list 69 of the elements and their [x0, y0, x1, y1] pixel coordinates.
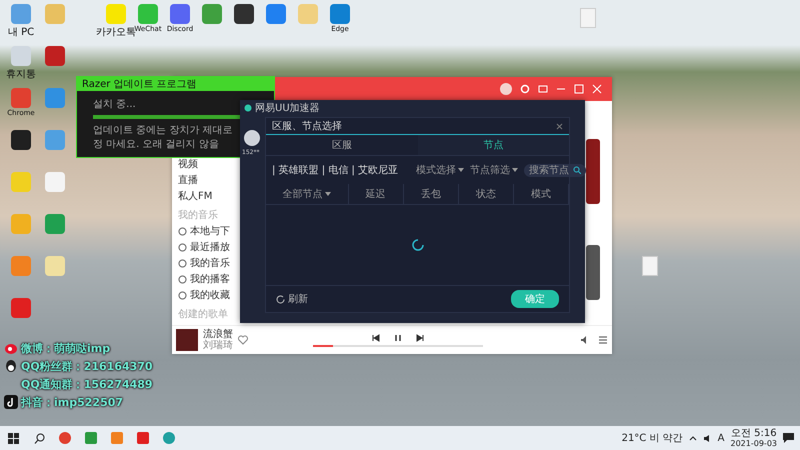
- icon-label: 내 PC: [8, 26, 34, 39]
- music-note-icon: [4, 395, 18, 409]
- sidebar-item[interactable]: 直播: [178, 173, 230, 187]
- message-text: 업데이트 중에는 장치가 제대로: [93, 124, 233, 137]
- overlay-text: QQ通知群：156274489: [21, 376, 153, 392]
- column-header: 丢包: [404, 184, 459, 204]
- search-icon[interactable]: [573, 166, 582, 174]
- caret-icon: [325, 192, 332, 196]
- input-method-indicator[interactable]: A: [718, 432, 724, 444]
- penguin-icon: [4, 359, 18, 373]
- icon-label: 휴지통: [6, 68, 36, 81]
- message-text: 정 마세요. 오래 걸리지 않을: [93, 138, 219, 151]
- close-icon[interactable]: [556, 122, 563, 130]
- refresh-button[interactable]: 刷新: [276, 292, 308, 306]
- browser-icon[interactable]: [58, 431, 72, 445]
- column-header: 状态: [458, 184, 514, 204]
- status-text: 설치 중...: [93, 98, 136, 111]
- next-icon[interactable]: [416, 334, 424, 342]
- tab[interactable]: 节点: [418, 135, 569, 156]
- column-header: 延迟: [348, 184, 404, 204]
- chevron-up-icon[interactable]: [688, 434, 697, 442]
- windows-logo-icon: [8, 432, 18, 444]
- pause-icon[interactable]: [394, 334, 402, 342]
- column-header[interactable]: 全部节点: [266, 184, 349, 204]
- sidebar-item[interactable]: 我的播客: [190, 272, 230, 286]
- window-title: 网易UU加速器: [255, 102, 320, 115]
- sidebar-heading: 创建的歌单: [178, 308, 229, 321]
- overlay-text: 微博：萌萌哒imp: [21, 340, 110, 356]
- app-icon[interactable]: [110, 431, 124, 445]
- app-shortcut-icon[interactable]: [11, 130, 31, 150]
- maximize-icon[interactable]: [574, 84, 584, 94]
- app-shortcut-icon[interactable]: [234, 4, 254, 24]
- notification-icon[interactable]: [783, 433, 794, 443]
- heart-icon[interactable]: [238, 335, 248, 345]
- clock[interactable]: 오전 5:16 2021-09-03: [730, 428, 777, 448]
- filter-dropdown[interactable]: 节点筛选: [470, 163, 518, 177]
- playlist-icon[interactable]: [598, 335, 608, 345]
- region-text[interactable]: | 英雄联盟 | 电信 | 艾欧尼亚: [272, 163, 398, 177]
- sidebar-item[interactable]: 最近播放: [190, 240, 230, 254]
- sidebar-item[interactable]: 本地与下: [190, 224, 230, 238]
- logo-icon: [244, 104, 252, 112]
- tab[interactable]: 区服: [266, 135, 418, 156]
- sidebar-item[interactable]: 私人FM: [178, 189, 230, 203]
- window-title: Razer 업데이트 프로그램: [82, 78, 197, 91]
- app-icon[interactable]: [84, 431, 98, 445]
- song-title[interactable]: 流浪蟹: [203, 329, 233, 340]
- dialog-title: 区服、节点选择: [272, 120, 342, 133]
- sidebar-heading: 我的音乐: [178, 208, 219, 222]
- app-icon[interactable]: [162, 431, 176, 445]
- weather-text[interactable]: 21°C 비 약간: [622, 431, 683, 445]
- search-field[interactable]: 搜索节点: [524, 164, 586, 176]
- prev-icon[interactable]: [372, 334, 380, 342]
- search-icon: [34, 432, 44, 444]
- column-header: 模式: [514, 184, 569, 204]
- overlay-text: 抖音：imp522507: [21, 394, 124, 410]
- caret-icon: [458, 168, 464, 172]
- speaker-icon[interactable]: [702, 434, 712, 442]
- sidebar-item[interactable]: 我的收藏: [190, 288, 230, 302]
- overlay-text: QQ粉丝群：216164370: [21, 358, 153, 374]
- caret-icon: [512, 168, 518, 172]
- refresh-icon: [276, 294, 285, 304]
- sidebar-item[interactable]: 视频: [178, 157, 230, 171]
- sidebar-item[interactable]: 我的音乐: [190, 256, 230, 270]
- icon-label: 카카오톡: [96, 27, 136, 39]
- artist-name[interactable]: 刘瑞琦: [203, 340, 233, 351]
- loading-spinner: [412, 239, 424, 251]
- app-icon[interactable]: [136, 431, 150, 445]
- avatar-icon[interactable]: [244, 130, 260, 146]
- filter-dropdown[interactable]: 模式选择: [416, 163, 464, 177]
